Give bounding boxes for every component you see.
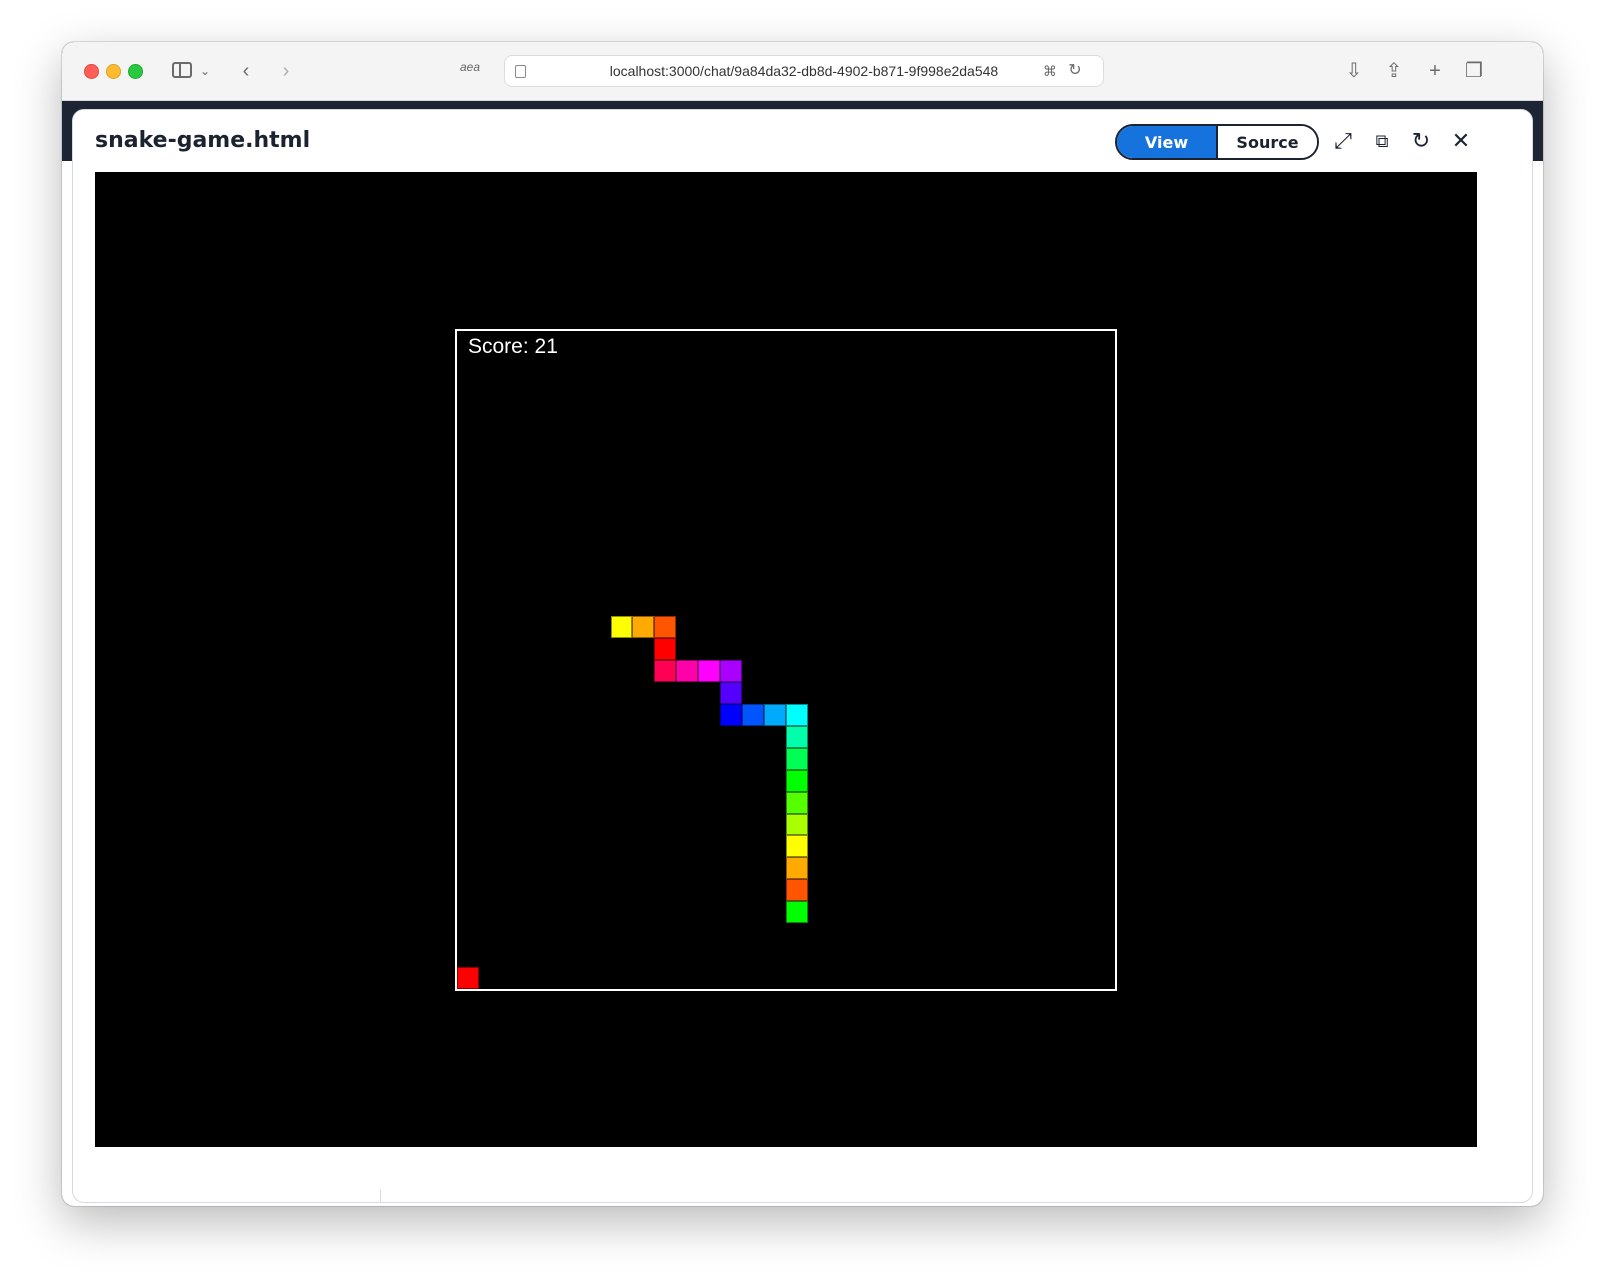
snake-segment: [786, 747, 808, 770]
minimize-window-button[interactable]: [106, 64, 121, 79]
snake-segment: [786, 835, 808, 858]
snake-layer: [457, 331, 1115, 989]
snake-segment: [786, 879, 808, 902]
url-text: localhost:3000/chat/9a84da32-db8d-4902-b…: [609, 63, 999, 79]
snake-segment: [786, 725, 808, 748]
forward-arrow-icon[interactable]: ›: [276, 58, 296, 84]
snake-segment: [742, 703, 765, 726]
close-icon[interactable]: ✕: [1448, 128, 1474, 154]
snake-segment: [654, 616, 677, 639]
artifact-preview-modal: snake-game.html View Source ⤢ ⧉ ↻ ✕ Scor…: [72, 109, 1533, 1203]
reload-icon[interactable]: ↻: [1065, 58, 1085, 84]
snake-segment: [720, 703, 743, 726]
share-icon[interactable]: ⇪: [1382, 58, 1406, 84]
back-arrow-icon[interactable]: ‹: [236, 58, 256, 84]
browser-toolbar: ⌄ ‹ › aea localhost:3000/chat/9a84da32-d…: [62, 42, 1543, 101]
snake-segment: [764, 703, 786, 726]
snake-segment: [786, 791, 808, 814]
zoom-window-button[interactable]: [128, 64, 143, 79]
chevron-down-icon[interactable]: ⌄: [200, 58, 210, 84]
snake-segment: [676, 660, 699, 682]
copy-icon[interactable]: ⧉: [1369, 128, 1395, 154]
address-bar[interactable]: localhost:3000/chat/9a84da32-db8d-4902-b…: [504, 55, 1104, 87]
source-button[interactable]: Source: [1216, 126, 1317, 158]
snake-segment: [786, 901, 808, 924]
new-tab-icon[interactable]: +: [1423, 58, 1447, 84]
snake-segment: [610, 616, 633, 639]
divider: [380, 1190, 381, 1202]
tab-overview-icon[interactable]: ❐: [1462, 58, 1486, 84]
snake-segment: [786, 769, 808, 792]
score-display: Score: 21: [468, 335, 558, 358]
view-source-toggle: View Source: [1115, 124, 1319, 160]
fullscreen-icon[interactable]: ⤢: [1330, 128, 1356, 154]
translate-icon[interactable]: ⌘: [1039, 58, 1061, 84]
web-content: snake-game.html View Source ⤢ ⧉ ↻ ✕ Scor…: [62, 101, 1543, 1206]
game-board[interactable]: Score: 21: [455, 329, 1117, 991]
food-item: [457, 967, 479, 989]
snake-segment: [720, 681, 743, 704]
snake-segment: [786, 703, 808, 726]
browser-window: ⌄ ‹ › aea localhost:3000/chat/9a84da32-d…: [62, 42, 1543, 1206]
sidebar-toggle-icon[interactable]: [172, 62, 192, 78]
modal-title: snake-game.html: [95, 128, 311, 153]
refresh-icon[interactable]: ↻: [1408, 128, 1434, 154]
snake-segment: [786, 813, 808, 836]
reader-extension-icon[interactable]: aea: [460, 60, 480, 74]
snake-segment: [654, 660, 677, 682]
view-button[interactable]: View: [1117, 126, 1216, 158]
game-viewport[interactable]: Score: 21: [95, 172, 1477, 1147]
snake-segment: [698, 660, 721, 682]
snake-segment: [654, 638, 677, 660]
close-window-button[interactable]: [84, 64, 99, 79]
snake-segment: [786, 857, 808, 880]
snake-segment: [632, 616, 655, 639]
download-icon[interactable]: ⇩: [1342, 58, 1366, 84]
snake-segment: [720, 660, 743, 682]
